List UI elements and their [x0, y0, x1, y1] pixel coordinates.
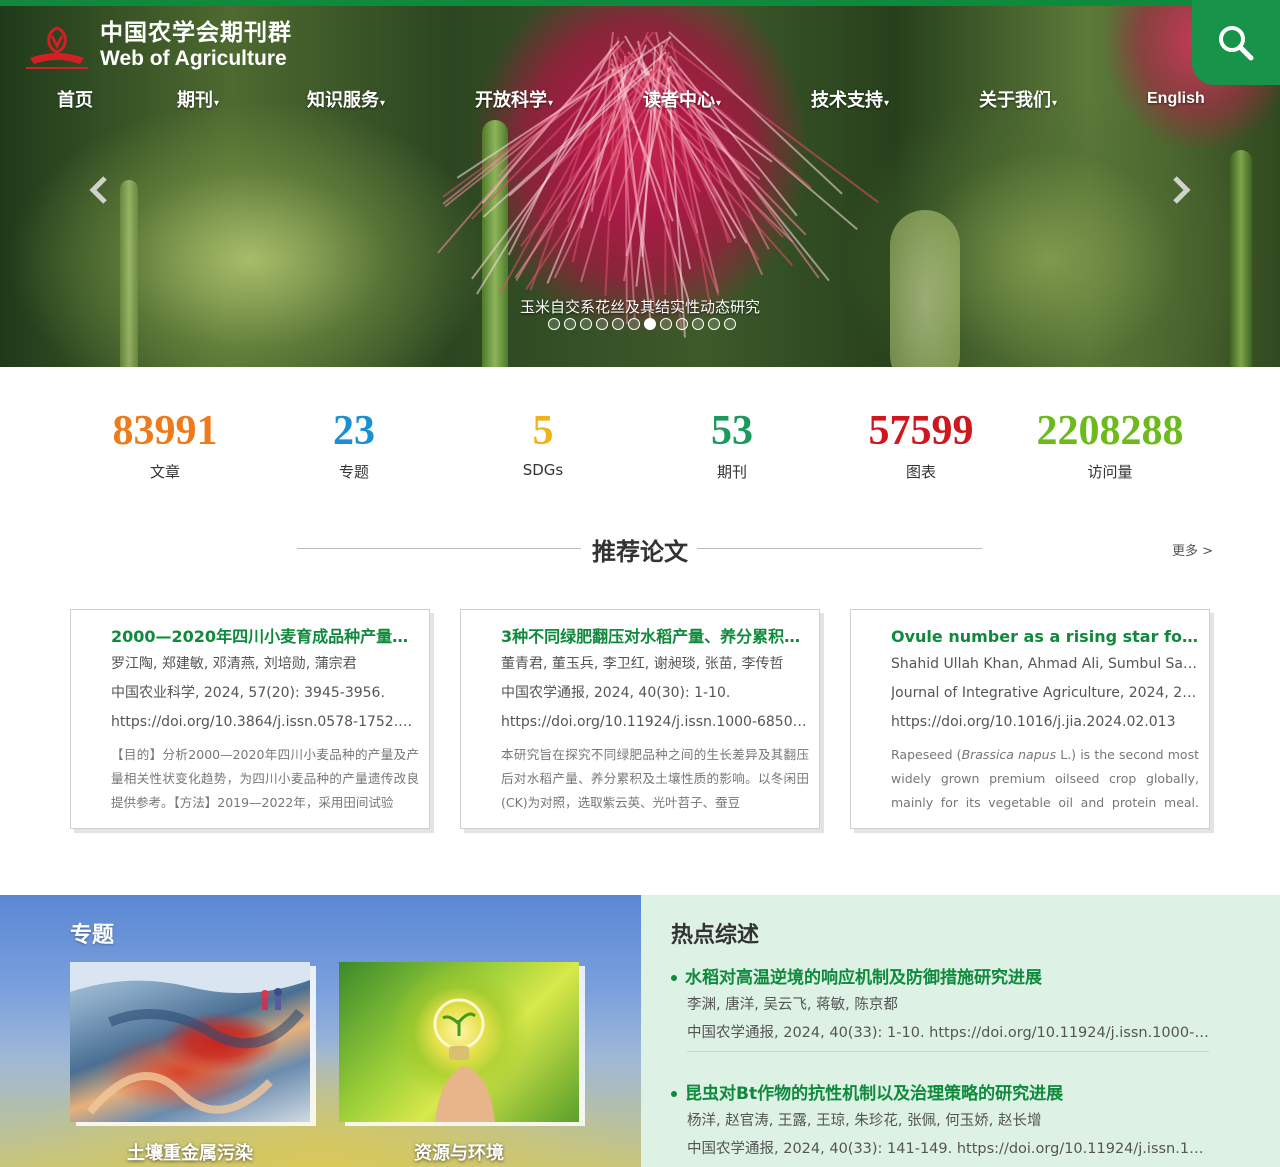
paper-doi[interactable]: https://doi.org/10.3864/j.issn.0578-1752… [111, 708, 419, 737]
carousel-dot[interactable] [708, 318, 720, 330]
stats-bar: 83991 文章 23 专题 5 SDGs 53 期刊 57599 图表 220… [70, 405, 1210, 485]
carousel-dot[interactable] [692, 318, 704, 330]
carousel-next-button[interactable] [1166, 170, 1196, 210]
paper-card[interactable]: Ovule number as a rising star for regula… [850, 609, 1210, 829]
carousel-caption[interactable]: 玉米自交系花丝及其结实性动态研究 [0, 296, 1280, 317]
stat-value: 53 [711, 408, 753, 454]
language-english-link[interactable]: English [1147, 90, 1205, 108]
stat-journals[interactable]: 53 期刊 [637, 405, 827, 482]
review-title[interactable]: 昆虫对Bt作物的抗性机制以及治理策略的研究进展 [671, 1081, 1209, 1107]
logo-emblem-icon [24, 18, 90, 72]
main-nav: 首页 期刊▾ 知识服务▾ 开放科学▾ 读者中心▾ 技术支持▾ 关于我们▾ Eng… [0, 86, 1280, 116]
carousel-dot[interactable] [724, 318, 736, 330]
review-authors: 李渊, 唐洋, 吴云飞, 蒋敏, 陈京都 [687, 997, 898, 1013]
recommended-section-title: 推荐论文 [592, 538, 688, 566]
hot-reviews-title: 热点综述 [671, 923, 760, 948]
paper-abstract: 本研究旨在探究不同绿肥品种之间的生长差异及其翻压后对水稻产量、养分累积及土壤性质… [501, 747, 809, 810]
stat-value: 23 [333, 408, 375, 454]
topic-label[interactable]: 土壤重金属污染 [70, 1139, 310, 1165]
review-item: 昆虫对Bt作物的抗性机制以及治理策略的研究进展 杨洋, 赵官涛, 王露, 王琼,… [671, 1081, 1209, 1163]
brand-name-en: Web of Agriculture [100, 47, 287, 70]
nav-item-tech-support[interactable]: 技术支持▾ [811, 86, 889, 112]
stat-value: 83991 [112, 408, 218, 454]
stat-label: 专题 [338, 463, 369, 481]
chevron-right-icon [1173, 176, 1191, 204]
carousel-dot[interactable] [612, 318, 624, 330]
stat-value: 5 [532, 408, 554, 454]
carousel-dot[interactable] [580, 318, 592, 330]
paper-authors: 罗江陶, 郑建敏, 邓清燕, 刘培勋, 蒲宗君 [111, 656, 357, 672]
site-logo[interactable]: 中国农学会期刊群 Web of Agriculture [24, 18, 292, 72]
carousel-dot[interactable] [676, 318, 688, 330]
stat-figures[interactable]: 57599 图表 [826, 405, 1016, 482]
stat-label: SDGs [522, 461, 564, 479]
topics-title: 专题 [70, 923, 115, 948]
paper-card[interactable]: 3种不同绿肥翻压对水稻产量、养分累积及土壤性质的影响 董青君, 董玉兵, 李卫红… [460, 609, 820, 829]
stat-visits[interactable]: 2208288 访问量 [1015, 405, 1205, 482]
hero-stalk [890, 210, 960, 367]
hero-stalk [120, 180, 138, 367]
nav-item-knowledge-service[interactable]: 知识服务▾ [307, 86, 385, 112]
review-source[interactable]: 中国农学通报, 2024, 40(33): 141-149. https://d… [671, 1135, 1209, 1163]
topic-label[interactable]: 资源与环境 [339, 1139, 579, 1165]
review-authors: 杨洋, 赵官涛, 王露, 王琼, 朱珍花, 张佩, 何玉娇, 赵长增 [687, 1113, 1042, 1129]
carousel-dots [548, 318, 736, 330]
topics-section: 专题 土壤重金属污染 资源与环境 [0, 895, 641, 1167]
hot-reviews-section: 热点综述 水稻对高温逆境的响应机制及防御措施研究进展 李渊, 唐洋, 吴云飞, … [641, 895, 1280, 1167]
topic-card-soil-heavy-metal[interactable] [70, 962, 310, 1122]
paper-source: 中国农业科学, 2024, 57(20): 3945-3956. [111, 685, 385, 701]
stat-label: 文章 [149, 463, 180, 481]
paper-authors: 董青君, 董玉兵, 李卫红, 谢昶琰, 张苗, 李传哲 [501, 656, 784, 672]
search-button[interactable] [1192, 0, 1280, 85]
hero-banner: 中国农学会期刊群 Web of Agriculture 首页 期刊▾ 知识服务▾… [0, 0, 1280, 367]
hero-stalk [1230, 150, 1252, 367]
stat-value: 2208288 [1036, 408, 1184, 454]
carousel-dot[interactable] [596, 318, 608, 330]
stat-label: 访问量 [1087, 463, 1133, 481]
search-icon [1219, 25, 1254, 60]
more-link[interactable]: 更多 > [1172, 540, 1213, 559]
stat-articles[interactable]: 83991 文章 [70, 405, 260, 482]
nav-item-home[interactable]: 首页 [57, 86, 94, 112]
bullet-icon [671, 975, 677, 981]
paper-abstract: 【目的】分析2000—2020年四川小麦品种的产量及产量相关性状变化趋势，为四川… [111, 747, 419, 810]
stat-label: 图表 [905, 463, 936, 481]
brand-name-cn: 中国农学会期刊群 [100, 20, 292, 46]
stat-label: 期刊 [716, 463, 747, 481]
paper-title[interactable]: 2000—2020年四川小麦育成品种产量相关性状变化趋势 [111, 624, 419, 650]
topic-image-soil [70, 962, 310, 1115]
review-item: 水稻对高温逆境的响应机制及防御措施研究进展 李渊, 唐洋, 吴云飞, 蒋敏, 陈… [671, 965, 1209, 1052]
review-source[interactable]: 中国农学通报, 2024, 40(33): 1-10. https://doi.… [671, 1019, 1209, 1047]
paper-abstract: Rapeseed (Brassica napus L.) is the seco… [891, 747, 1199, 810]
top-accent-stripe [0, 0, 1280, 6]
paper-title[interactable]: 3种不同绿肥翻压对水稻产量、养分累积及土壤性质的影响 [501, 624, 809, 650]
paper-card[interactable]: 2000—2020年四川小麦育成品种产量相关性状变化趋势 罗江陶, 郑建敏, 邓… [70, 609, 430, 829]
carousel-dot[interactable] [628, 318, 640, 330]
section-divider [697, 548, 982, 549]
carousel-prev-button[interactable] [84, 170, 114, 210]
topic-card-resources-environment[interactable] [339, 962, 579, 1122]
carousel-dot[interactable] [564, 318, 576, 330]
carousel-dot[interactable] [644, 318, 656, 330]
stat-topics[interactable]: 23 专题 [259, 405, 449, 482]
nav-item-journals[interactable]: 期刊▾ [177, 86, 219, 112]
paper-authors: Shahid Ullah Khan, Ahmad Ali, Sumbul Sae… [891, 656, 1199, 672]
review-divider [687, 1051, 1209, 1052]
paper-title[interactable]: Ovule number as a rising star for regula… [891, 624, 1199, 650]
paper-doi[interactable]: https://doi.org/10.11924/j.issn.1000-685… [501, 708, 809, 737]
review-title[interactable]: 水稻对高温逆境的响应机制及防御措施研究进展 [671, 965, 1209, 991]
stat-value: 57599 [868, 408, 974, 454]
nav-item-open-science[interactable]: 开放科学▾ [475, 86, 553, 112]
nav-item-about-us[interactable]: 关于我们▾ [979, 86, 1057, 112]
stat-sdgs[interactable]: 5 SDGs [448, 405, 638, 479]
bullet-icon [671, 1091, 677, 1097]
topic-image-lightbulb [433, 998, 495, 1122]
paper-doi[interactable]: https://doi.org/10.1016/j.jia.2024.02.01… [891, 708, 1199, 737]
carousel-dot[interactable] [660, 318, 672, 330]
nav-item-reader-center[interactable]: 读者中心▾ [643, 86, 721, 112]
paper-source: Journal of Integrative Agriculture, 2024… [891, 685, 1199, 701]
carousel-dot[interactable] [548, 318, 560, 330]
chevron-left-icon [89, 176, 107, 204]
paper-source: 中国农学通报, 2024, 40(30): 1-10. [501, 685, 731, 701]
